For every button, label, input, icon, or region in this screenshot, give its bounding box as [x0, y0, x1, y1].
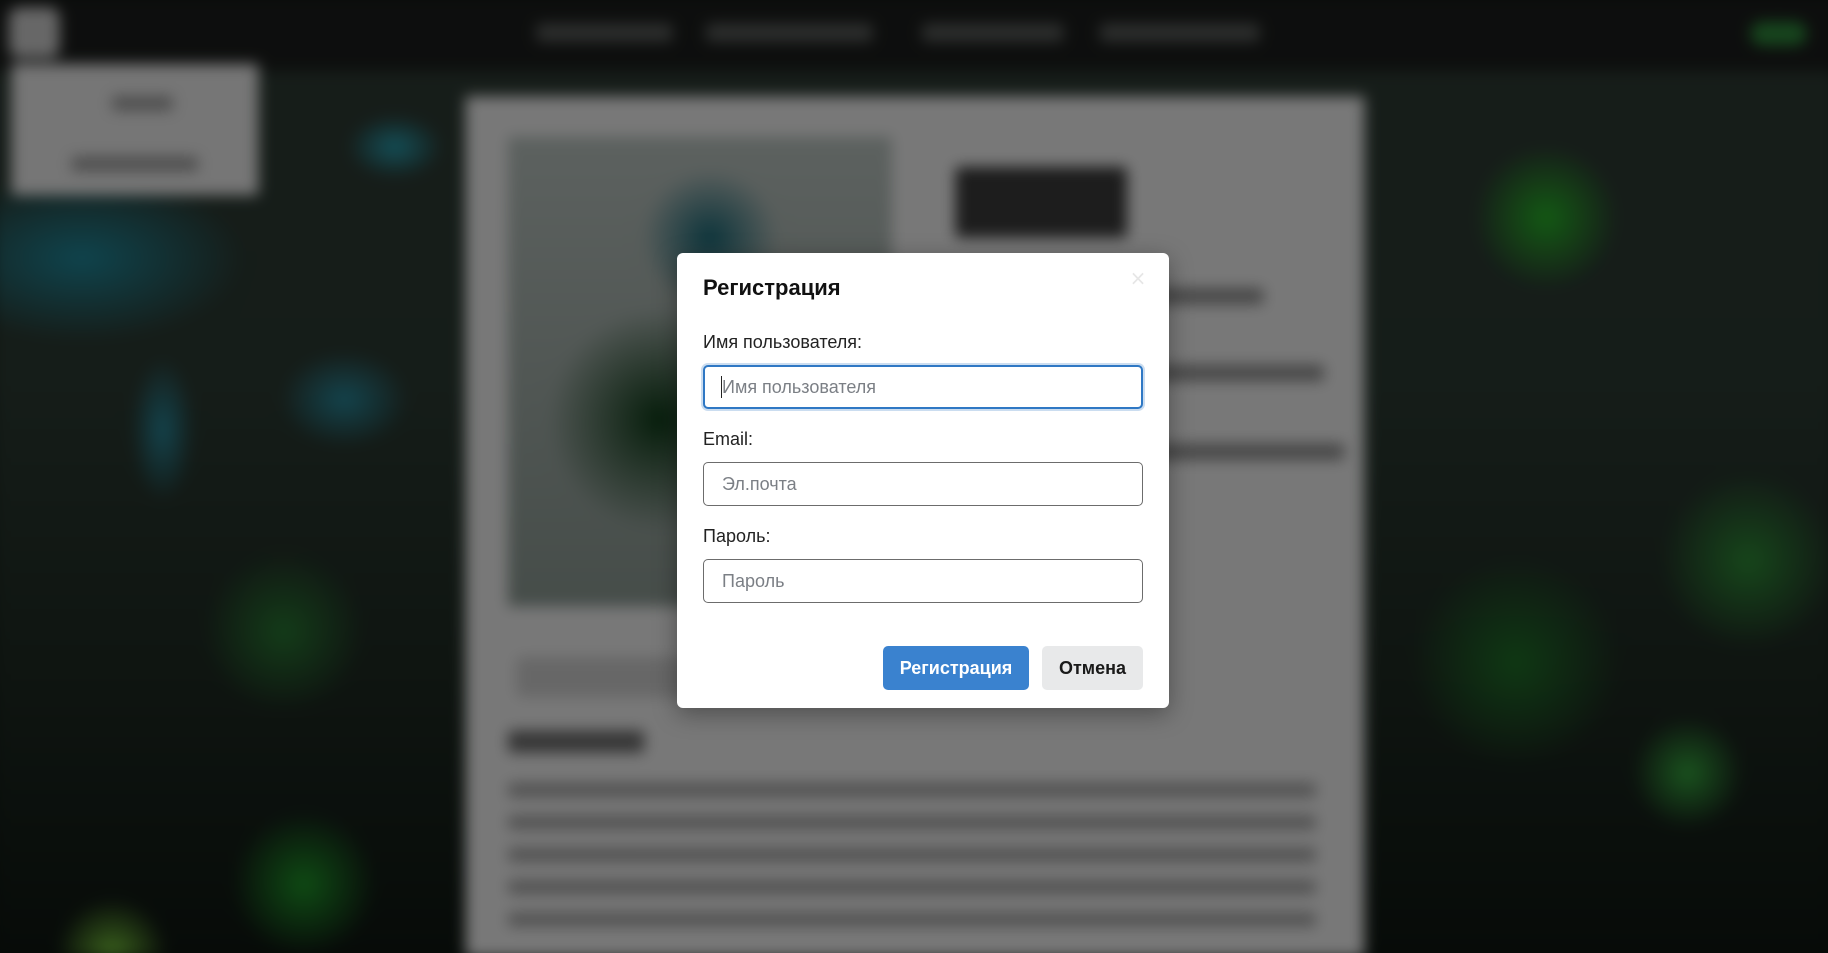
- password-label: Пароль:: [703, 526, 771, 546]
- password-input[interactable]: [703, 559, 1143, 603]
- username-input[interactable]: [703, 365, 1143, 409]
- username-label: Имя пользователя:: [703, 332, 863, 352]
- close-icon[interactable]: ×: [1128, 268, 1148, 288]
- email-label: Email:: [703, 429, 754, 449]
- email-input[interactable]: [703, 462, 1143, 506]
- text-caret: [721, 376, 722, 398]
- register-submit-button[interactable]: Регистрация: [883, 646, 1029, 690]
- registration-modal: Регистрация Имя пользователя: Email: Пар…: [677, 253, 1169, 708]
- cancel-button[interactable]: Отмена: [1042, 646, 1143, 690]
- modal-title: Регистрация: [703, 275, 841, 300]
